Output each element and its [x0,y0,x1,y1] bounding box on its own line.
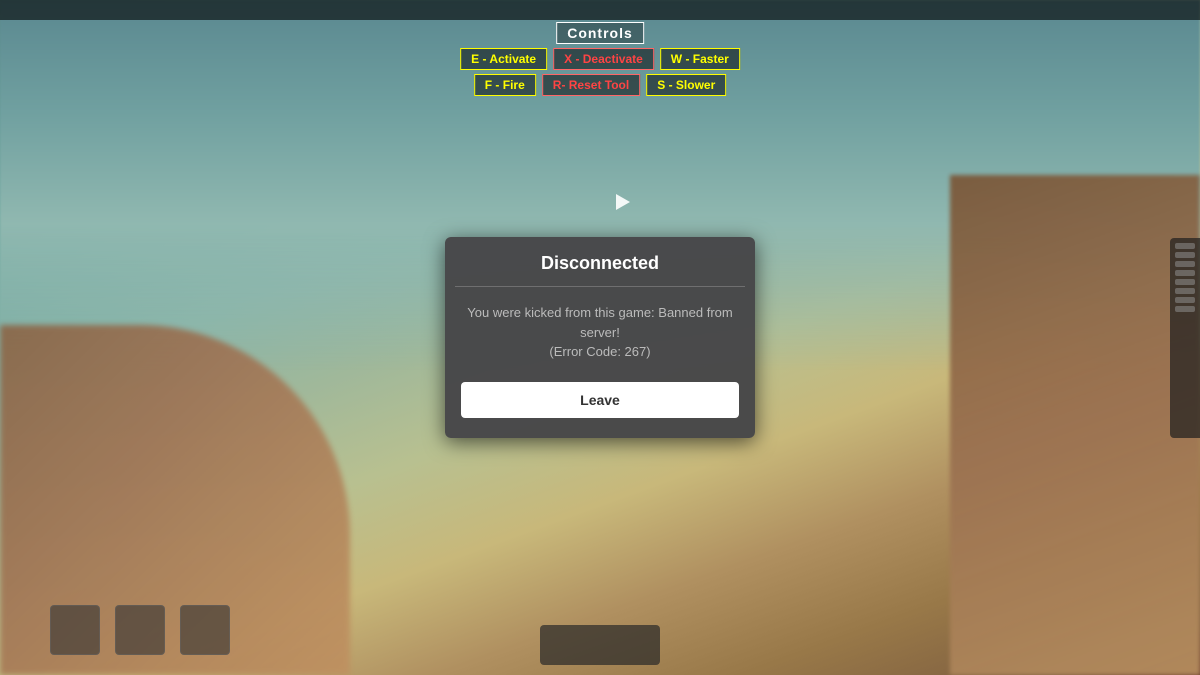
modal-title-bar: Disconnected [445,237,755,286]
bottom-center-panel [540,625,660,665]
bottom-items [50,605,230,655]
modal-overlay: Disconnected You were kicked from this g… [0,0,1200,675]
bottom-icon-2 [115,605,165,655]
modal-message-line2: server! [580,325,620,340]
leave-button[interactable]: Leave [461,382,739,418]
modal-message-line1: You were kicked from this game: Banned f… [467,305,732,320]
modal-divider [455,286,745,287]
modal-title: Disconnected [541,253,659,273]
modal-message: You were kicked from this game: Banned f… [445,303,755,382]
modal-message-line3: (Error Code: 267) [549,344,650,359]
bottom-icon-3 [180,605,230,655]
bottom-icon-1 [50,605,100,655]
disconnected-modal: Disconnected You were kicked from this g… [445,237,755,438]
